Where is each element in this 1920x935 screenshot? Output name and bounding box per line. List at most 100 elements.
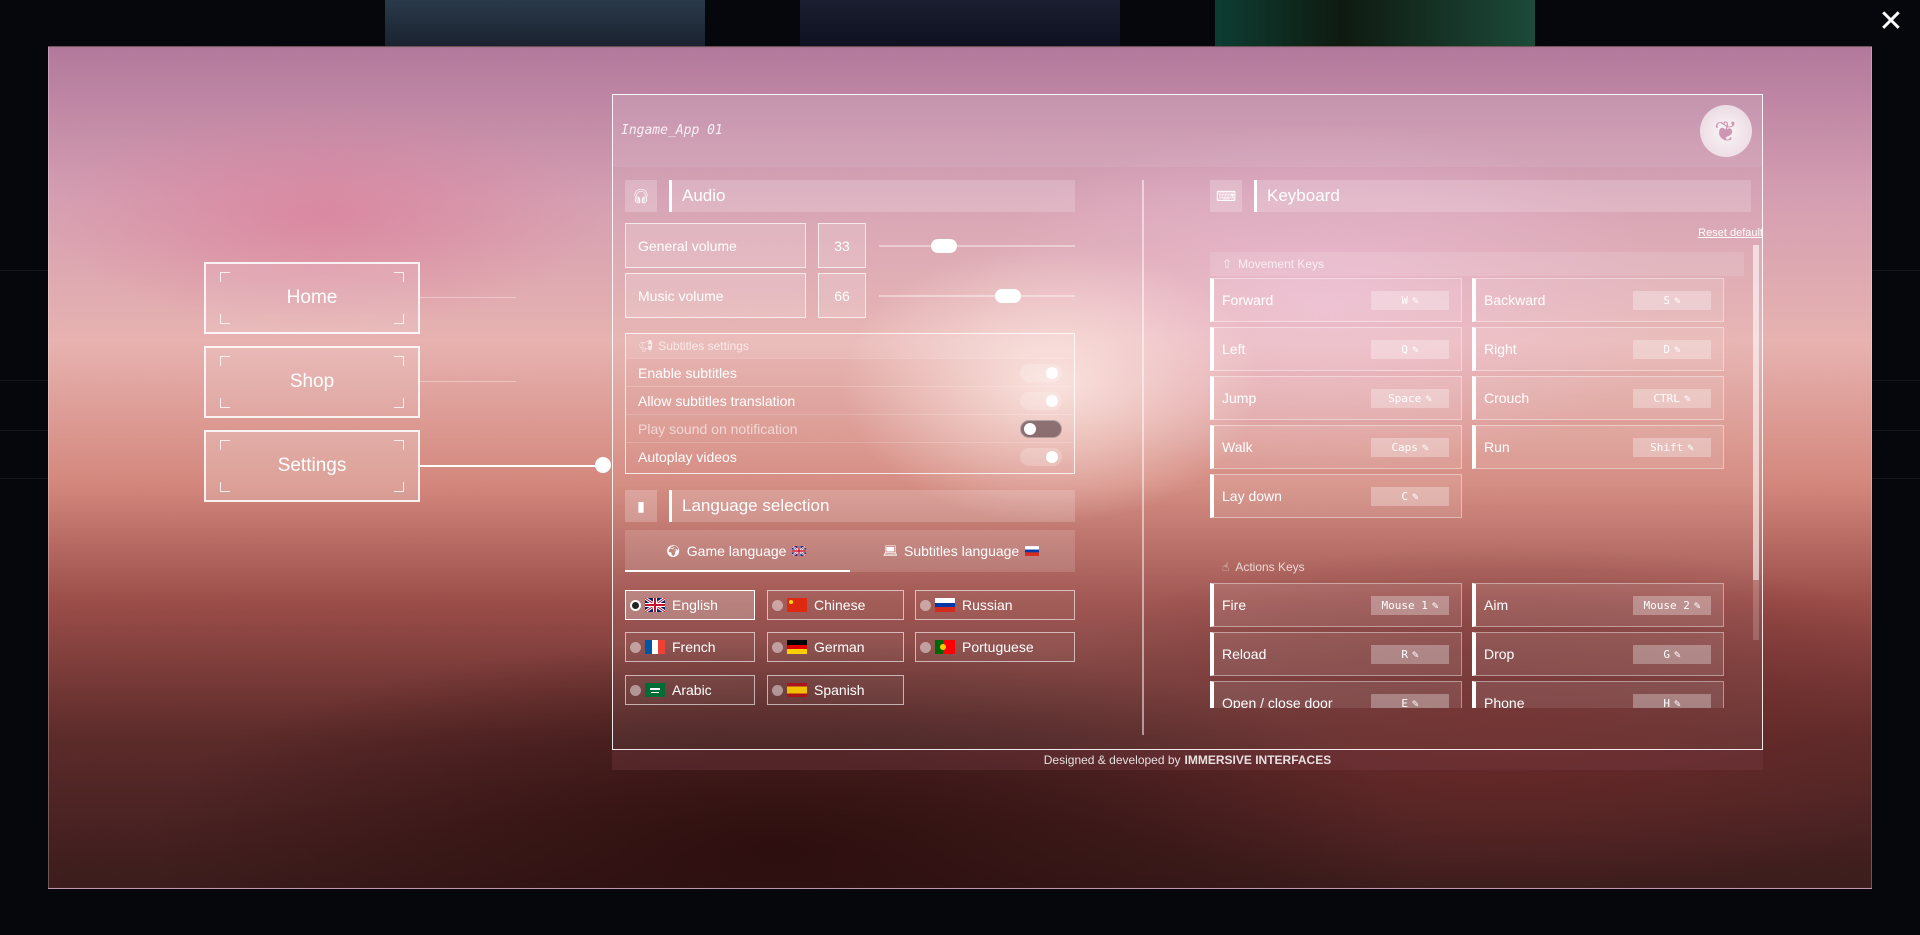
- chat-bubble-icon: ▮: [625, 490, 657, 522]
- pencil-icon: ✎: [1412, 293, 1419, 307]
- language-tabs: 🌍︎ Game language 💻︎ Subtitles language: [625, 530, 1075, 572]
- laptop-icon: 💻︎: [882, 544, 899, 558]
- language-option-english[interactable]: English: [625, 590, 755, 620]
- key-binding-button[interactable]: S ✎: [1633, 290, 1711, 310]
- key-binding-value: CTRL: [1653, 391, 1680, 405]
- key-action-label: Walk: [1222, 439, 1253, 455]
- key-binding-row: Jump Space ✎: [1210, 376, 1462, 420]
- radio-icon: [772, 641, 783, 653]
- pencil-icon: ✎: [1674, 293, 1681, 307]
- key-action-label: Left: [1222, 341, 1246, 357]
- nav-active-connector-line: [420, 465, 600, 467]
- reset-default-link[interactable]: Reset default: [1653, 227, 1763, 239]
- music-volume-slider[interactable]: [879, 289, 1075, 303]
- subtitle-option-row: Play sound on notification: [626, 414, 1074, 442]
- music-volume-label: Music volume: [625, 273, 806, 318]
- language-option-arabic[interactable]: Arabic: [625, 675, 755, 705]
- nav-settings-button[interactable]: Settings: [204, 430, 420, 502]
- audio-section-header: 🎧︎ Audio: [625, 180, 1075, 212]
- general-volume-slider[interactable]: [879, 239, 1075, 253]
- key-binding-value: Shift: [1650, 440, 1684, 454]
- pencil-icon: ✎: [1425, 391, 1432, 405]
- keyboard-scrollbar-thumb[interactable]: [1753, 245, 1759, 580]
- nav-home-button[interactable]: Home: [204, 262, 420, 334]
- key-binding-row: Fire Mouse 1 ✎: [1210, 583, 1462, 627]
- language-section-title: Language selection: [669, 490, 1075, 522]
- panel-header: Ingame_App 01 ❦: [613, 95, 1762, 167]
- music-volume-value[interactable]: 66: [818, 273, 866, 318]
- russia-flag-icon: [1025, 546, 1040, 556]
- phoenix-logo-icon: ❦: [1700, 105, 1752, 157]
- language-option-french[interactable]: French: [625, 632, 755, 662]
- nav-shop-button[interactable]: Shop: [204, 346, 420, 418]
- footer-brand: IMMERSIVE INTERFACES: [1184, 753, 1332, 767]
- movement-keys-header: ⇧ Movement Keys: [1210, 252, 1744, 276]
- language-option-label: Portuguese: [962, 639, 1034, 655]
- general-volume-value[interactable]: 33: [818, 223, 866, 268]
- arrow-up-icon: ⇧: [1222, 257, 1233, 271]
- france-flag-icon: [645, 640, 665, 654]
- language-option-portuguese[interactable]: Portuguese: [915, 632, 1075, 662]
- key-binding-button[interactable]: Mouse 1 ✎: [1371, 595, 1449, 615]
- subtitle-option-row: Enable subtitles: [626, 358, 1074, 386]
- subtitles-settings-title: Subtitles settings: [658, 339, 749, 353]
- radio-icon: [772, 599, 783, 611]
- keyboard-icon: ⌨: [1210, 180, 1242, 212]
- key-binding-button[interactable]: Space ✎: [1371, 388, 1449, 408]
- key-binding-button[interactable]: Shift ✎: [1633, 437, 1711, 457]
- key-binding-button[interactable]: C ✎: [1371, 486, 1449, 506]
- language-section-header: ▮ Language selection: [625, 490, 1075, 522]
- key-binding-button[interactable]: Caps ✎: [1371, 437, 1449, 457]
- key-binding-button[interactable]: E ✎: [1371, 693, 1449, 708]
- key-binding-button[interactable]: D ✎: [1633, 339, 1711, 359]
- play-sound-label: Play sound on notification: [638, 420, 798, 437]
- key-action-label: Reload: [1222, 646, 1267, 662]
- pencil-icon: ✎: [1412, 647, 1419, 661]
- key-binding-value: C: [1401, 489, 1408, 503]
- tab-game-language[interactable]: 🌍︎ Game language: [625, 530, 850, 572]
- key-binding-button[interactable]: W ✎: [1371, 290, 1449, 310]
- key-binding-button[interactable]: CTRL ✎: [1633, 388, 1711, 408]
- allow-translation-toggle[interactable]: [1020, 391, 1062, 410]
- play-sound-toggle[interactable]: [1020, 419, 1062, 438]
- pencil-icon: ✎: [1687, 440, 1694, 454]
- language-option-german[interactable]: German: [767, 632, 904, 662]
- settings-panel: Ingame_App 01 ❦ 🎧︎ Audio General volume …: [612, 94, 1763, 750]
- key-binding-value: Mouse 1: [1381, 598, 1428, 612]
- key-binding-value: Space: [1388, 391, 1422, 405]
- autoplay-videos-toggle[interactable]: [1020, 447, 1062, 466]
- close-icon[interactable]: ✕: [1876, 7, 1906, 38]
- background-gallery-strip: [0, 0, 1920, 46]
- key-action-label: Crouch: [1484, 390, 1530, 406]
- key-binding-row: Backward S ✎: [1472, 278, 1724, 322]
- key-action-label: Jump: [1222, 390, 1257, 406]
- tab-subtitles-language[interactable]: 💻︎ Subtitles language: [850, 530, 1075, 572]
- keyboard-section-title: Keyboard: [1254, 180, 1751, 212]
- radio-icon: [920, 641, 931, 653]
- general-volume-slider-thumb[interactable]: [930, 239, 957, 253]
- footer-credit: Designed & developed by IMMERSIVE INTERF…: [612, 750, 1763, 770]
- key-binding-row: Run Shift ✎: [1472, 425, 1724, 469]
- language-option-chinese[interactable]: Chinese: [767, 590, 904, 620]
- movement-keys-title: Movement Keys: [1238, 257, 1325, 271]
- pencil-icon: ✎: [1693, 598, 1701, 612]
- key-binding-row: Walk Caps ✎: [1210, 425, 1462, 469]
- key-binding-button[interactable]: H ✎: [1633, 693, 1711, 708]
- enable-subtitles-toggle[interactable]: [1020, 363, 1062, 382]
- keyboard-scrollbar[interactable]: [1753, 245, 1759, 640]
- uk-flag-icon: [792, 546, 807, 556]
- saudi-flag-icon: [645, 683, 665, 697]
- language-option-spanish[interactable]: Spanish: [767, 675, 904, 705]
- pencil-icon: ✎: [1412, 342, 1419, 356]
- language-option-label: Spanish: [814, 682, 865, 698]
- key-binding-button[interactable]: Q ✎: [1371, 339, 1449, 359]
- subtitles-settings-header: 📢︎ Subtitles settings: [626, 334, 1074, 358]
- key-binding-button[interactable]: R ✎: [1371, 644, 1449, 664]
- language-option-russian[interactable]: Russian: [915, 590, 1075, 620]
- key-binding-button[interactable]: Mouse 2 ✎: [1633, 595, 1711, 615]
- key-action-label: Drop: [1484, 646, 1515, 662]
- key-binding-button[interactable]: G ✎: [1633, 644, 1711, 664]
- russia-flag-icon: [935, 598, 955, 612]
- uk-flag-icon: [645, 598, 665, 612]
- music-volume-slider-thumb[interactable]: [995, 289, 1022, 303]
